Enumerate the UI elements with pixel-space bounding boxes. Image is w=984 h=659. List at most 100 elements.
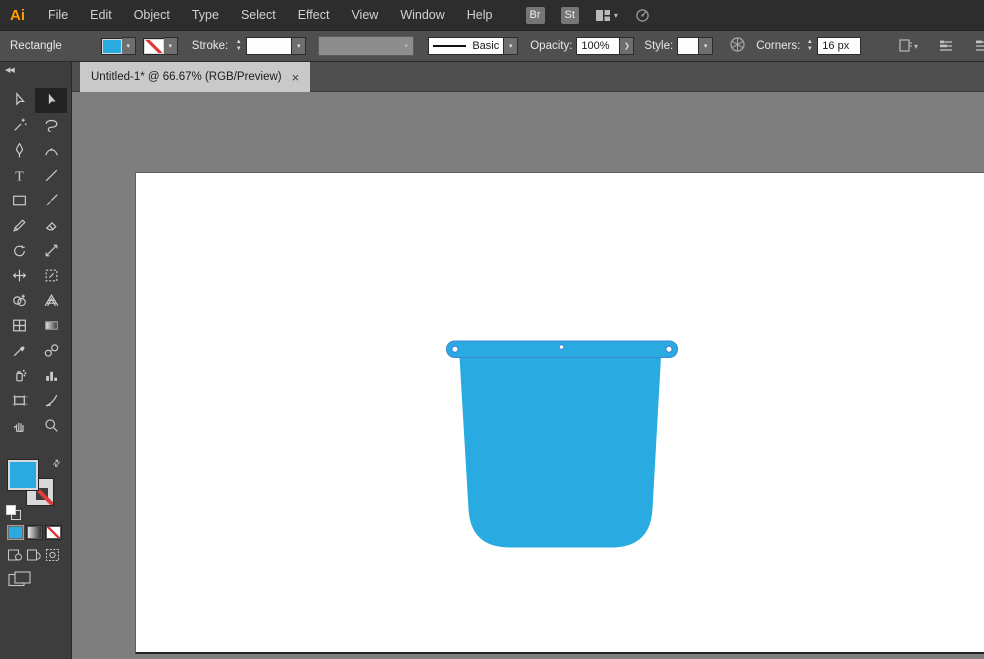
draw-normal-button[interactable] [7, 548, 23, 565]
document-tab[interactable]: Untitled-1* @ 66.67% (RGB/Preview) × [80, 62, 310, 92]
fill-indicator[interactable] [8, 460, 38, 490]
menu-item-view[interactable]: View [340, 8, 389, 22]
stroke-width-combo[interactable]: ▾ [246, 37, 306, 55]
scale-tool[interactable] [35, 238, 67, 263]
artwork-layer [72, 92, 984, 659]
anchor-point-left[interactable] [452, 346, 458, 352]
pen-tool[interactable] [3, 138, 35, 163]
document-tab-bar: Untitled-1* @ 66.67% (RGB/Preview) × [72, 62, 984, 92]
chevron-down-icon[interactable]: ▾ [504, 37, 518, 55]
hand-tool[interactable] [3, 413, 35, 438]
selection-tool[interactable] [35, 88, 67, 113]
brush-definition-dropdown: ▾ [318, 36, 414, 56]
stock-button[interactable]: St [561, 7, 579, 24]
chevron-down-icon[interactable]: ▾ [164, 37, 178, 55]
slice-tool[interactable] [35, 388, 67, 413]
stroke-width-stepper[interactable]: ▲ ▼ [233, 40, 244, 52]
spin-up-icon[interactable]: ▲ [804, 40, 815, 45]
pencil-tool[interactable] [3, 213, 35, 238]
draw-inside-button[interactable] [45, 548, 61, 565]
collapse-panel-icon[interactable]: ◀◀ [5, 66, 14, 74]
corners-value: 16 px [822, 40, 849, 52]
menu-item-window[interactable]: Window [389, 8, 455, 22]
magic-wand-tool[interactable] [3, 113, 35, 138]
style-field[interactable] [677, 37, 699, 55]
perspective-grid-tool[interactable] [35, 288, 67, 313]
eyedropper-tool[interactable] [3, 338, 35, 363]
corners-stepper[interactable]: ▲ ▼ [804, 40, 815, 52]
symbol-sprayer-tool[interactable] [3, 363, 35, 388]
menu-item-select[interactable]: Select [230, 8, 287, 22]
illustrator-window: Ai File Edit Object Type Select Effect V… [0, 0, 984, 659]
style-combo[interactable]: ▾ [677, 37, 713, 55]
selected-artwork[interactable] [447, 341, 678, 548]
menu-item-effect[interactable]: Effect [287, 8, 341, 22]
stroke-width-input[interactable] [246, 37, 292, 55]
stroke-color-picker[interactable]: ▾ [144, 37, 178, 55]
corners-label[interactable]: Corners: [756, 40, 800, 52]
fill-swatch[interactable] [102, 39, 122, 54]
app-logo: Ai [0, 7, 37, 24]
chevron-right-icon[interactable]: ❯ [620, 37, 634, 55]
curvature-tool[interactable] [35, 138, 67, 163]
width-profile-combo[interactable]: Basic ▾ [428, 37, 518, 55]
stroke-label[interactable]: Stroke: [192, 40, 228, 52]
draw-behind-button[interactable] [26, 548, 42, 565]
menu-item-help[interactable]: Help [456, 8, 504, 22]
touch-workspace-icon[interactable] [634, 7, 651, 24]
corners-input[interactable]: 16 px [817, 37, 861, 55]
rotate-tool[interactable] [3, 238, 35, 263]
workspace-switcher[interactable]: ▾ [595, 9, 618, 22]
chevron-down-icon[interactable]: ▾ [699, 37, 713, 55]
bridge-button[interactable]: Br [526, 7, 545, 24]
opacity-label[interactable]: Opacity: [530, 40, 572, 52]
menu-item-file[interactable]: File [37, 8, 79, 22]
menu-item-object[interactable]: Object [123, 8, 181, 22]
anchor-point-right[interactable] [666, 346, 672, 352]
gradient-button[interactable] [26, 525, 43, 540]
gradient-tool[interactable] [35, 313, 67, 338]
zoom-tool[interactable] [35, 413, 67, 438]
direct-selection-tool[interactable] [3, 88, 35, 113]
rectangle-tool[interactable] [3, 188, 35, 213]
menu-item-type[interactable]: Type [181, 8, 230, 22]
svg-text:T: T [15, 168, 24, 183]
blend-tool[interactable] [35, 338, 67, 363]
screen-mode-button[interactable] [8, 571, 32, 591]
chevron-down-icon[interactable]: ▾ [122, 37, 136, 55]
none-button[interactable] [45, 525, 62, 540]
artboard-tool[interactable] [3, 388, 35, 413]
menu-bar: Ai File Edit Object Type Select Effect V… [0, 0, 984, 30]
opacity-input[interactable]: 100% [576, 37, 620, 55]
width-profile-field[interactable]: Basic [428, 37, 504, 55]
chevron-down-icon[interactable]: ▾ [292, 37, 306, 55]
width-tool[interactable] [3, 263, 35, 288]
paintbrush-tool[interactable] [35, 188, 67, 213]
transform-panel-icon[interactable] [974, 38, 984, 54]
stroke-none-swatch[interactable] [144, 39, 164, 54]
close-icon[interactable]: × [292, 71, 300, 84]
type-tool[interactable]: T [3, 163, 35, 188]
context-label: Rectangle [10, 40, 62, 52]
opacity-combo[interactable]: 100% ❯ [576, 37, 634, 55]
spin-up-icon[interactable]: ▲ [233, 40, 244, 45]
anchor-point-center[interactable] [559, 345, 564, 350]
free-transform-tool[interactable] [35, 263, 67, 288]
mesh-tool[interactable] [3, 313, 35, 338]
canvas-area[interactable] [72, 92, 984, 659]
fill-color-picker[interactable]: ▾ [102, 37, 136, 55]
shape-builder-tool[interactable] [3, 288, 35, 313]
arrange-dropdown[interactable]: ▾ [898, 38, 918, 54]
eraser-tool[interactable] [35, 213, 67, 238]
swap-fill-stroke-icon[interactable]: ⇄ [50, 457, 63, 470]
align-panel-icon[interactable] [938, 38, 954, 54]
line-segment-tool[interactable] [35, 163, 67, 188]
spin-down-icon[interactable]: ▼ [233, 47, 244, 52]
spin-down-icon[interactable]: ▼ [804, 47, 815, 52]
recolor-artwork-icon[interactable] [729, 36, 746, 56]
default-fill-stroke-icon[interactable] [6, 505, 20, 519]
column-graph-tool[interactable] [35, 363, 67, 388]
color-button[interactable] [7, 525, 24, 540]
menu-item-edit[interactable]: Edit [79, 8, 123, 22]
lasso-tool[interactable] [35, 113, 67, 138]
